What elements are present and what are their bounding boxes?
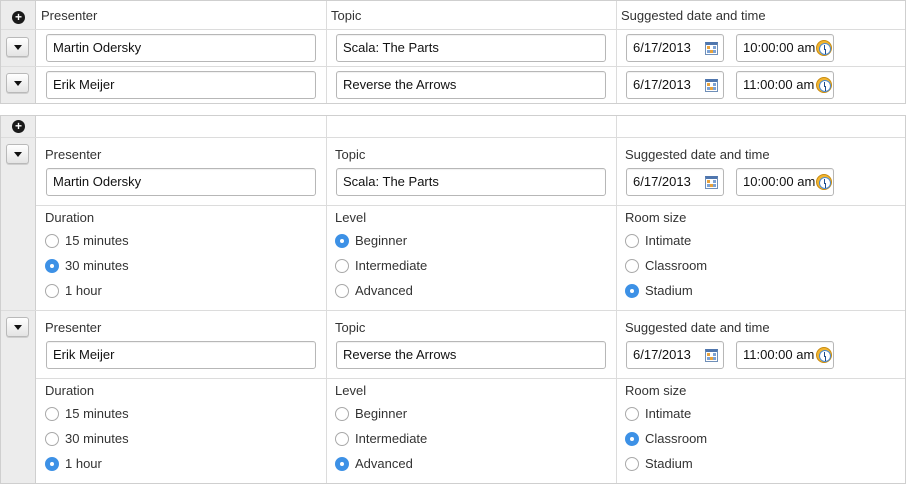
row-menu-button[interactable] — [6, 144, 29, 164]
clock-icon[interactable] — [816, 347, 832, 363]
topic-label: Topic — [335, 147, 366, 162]
date-value: 6/17/2013 — [633, 77, 691, 92]
option-label: Beginner — [355, 233, 408, 248]
chevron-down-icon — [14, 81, 22, 86]
presenter-field[interactable]: Martin Odersky — [46, 34, 316, 62]
row-menu-button[interactable] — [6, 73, 29, 93]
session-grid-expanded: + Presenter Topic Suggested date and tim… — [0, 115, 906, 484]
radio-button[interactable] — [335, 284, 349, 298]
column-header-topic: Topic — [331, 8, 362, 23]
topic-field[interactable]: Scala: The Parts — [336, 168, 606, 196]
radio-button[interactable] — [335, 407, 349, 421]
presenter-field[interactable]: Erik Meijer — [46, 341, 316, 369]
radio-button[interactable] — [45, 259, 59, 273]
option-label: 1 hour — [65, 283, 102, 298]
date-field[interactable]: 6/17/2013 — [626, 71, 724, 99]
option-label: 1 hour — [65, 456, 102, 471]
clock-icon[interactable] — [816, 77, 832, 93]
radio-button[interactable] — [625, 432, 639, 446]
radio-button[interactable] — [335, 259, 349, 273]
row-menu-button[interactable] — [6, 317, 29, 337]
presenter-field[interactable]: Martin Odersky — [46, 168, 316, 196]
option-label: Stadium — [645, 283, 693, 298]
topic-field[interactable]: Reverse the Arrows — [336, 71, 606, 99]
date-time-label: Suggested date and time — [625, 320, 770, 335]
clock-icon[interactable] — [816, 174, 832, 190]
option-label: Advanced — [355, 456, 413, 471]
time-value: 11:00:00 am — [743, 347, 815, 362]
topic-field[interactable]: Scala: The Parts — [336, 34, 606, 62]
presenter-label: Presenter — [45, 147, 102, 162]
radio-button[interactable] — [625, 407, 639, 421]
radio-button[interactable] — [45, 432, 59, 446]
room-size-label: Room size — [625, 210, 687, 225]
option-label: 15 minutes — [65, 233, 129, 248]
option-label: Stadium — [645, 456, 693, 471]
radio-button[interactable] — [625, 284, 639, 298]
radio-button[interactable] — [45, 457, 59, 471]
radio-button[interactable] — [45, 284, 59, 298]
time-field[interactable]: 10:00:00 am — [736, 34, 834, 62]
time-value: 10:00:00 am — [743, 40, 816, 55]
row-menu-button[interactable] — [6, 37, 29, 57]
session-grid-compact: + Presenter Topic Suggested date and tim… — [0, 0, 906, 104]
duration-label: Duration — [45, 210, 95, 225]
add-row-icon[interactable]: + — [12, 11, 25, 24]
radio-button[interactable] — [625, 234, 639, 248]
duration-label: Duration — [45, 383, 95, 398]
option-label: Intermediate — [355, 258, 428, 273]
date-field[interactable]: 6/17/2013 — [626, 34, 724, 62]
chevron-down-icon — [14, 325, 22, 330]
presenter-field[interactable]: Erik Meijer — [46, 71, 316, 99]
topic-field[interactable]: Reverse the Arrows — [336, 341, 606, 369]
radio-button[interactable] — [335, 432, 349, 446]
chevron-down-icon — [14, 152, 22, 157]
row-gutter — [1, 116, 36, 483]
calendar-icon[interactable] — [705, 176, 718, 189]
date-value: 6/17/2013 — [633, 347, 691, 362]
clock-icon[interactable] — [816, 40, 832, 56]
radio-button[interactable] — [625, 259, 639, 273]
option-label: Advanced — [355, 283, 413, 298]
date-time-label: Suggested date and time — [625, 147, 770, 162]
option-label: 30 minutes — [65, 258, 129, 273]
time-field[interactable]: 11:00:00 am — [736, 341, 834, 369]
option-label: 15 minutes — [65, 406, 129, 421]
calendar-icon[interactable] — [705, 79, 718, 92]
calendar-icon[interactable] — [705, 349, 718, 362]
option-label: Intimate — [645, 406, 692, 421]
option-label: Intermediate — [355, 431, 428, 446]
option-label: Classroom — [645, 258, 708, 273]
room-size-label: Room size — [625, 383, 687, 398]
radio-button[interactable] — [335, 457, 349, 471]
option-label: Beginner — [355, 406, 408, 421]
level-label: Level — [335, 383, 367, 398]
presenter-label: Presenter — [45, 320, 102, 335]
radio-button[interactable] — [45, 234, 59, 248]
date-value: 6/17/2013 — [633, 174, 691, 189]
time-value: 10:00:00 am — [743, 174, 816, 189]
date-field[interactable]: 6/17/2013 — [626, 168, 724, 196]
calendar-icon[interactable] — [705, 42, 718, 55]
time-value: 11:00:00 am — [743, 77, 815, 92]
radio-button[interactable] — [335, 234, 349, 248]
time-field[interactable]: 11:00:00 am — [736, 71, 834, 99]
radio-button[interactable] — [625, 457, 639, 471]
column-header-presenter: Presenter — [41, 8, 98, 23]
option-label: 30 minutes — [65, 431, 129, 446]
date-value: 6/17/2013 — [633, 40, 691, 55]
date-field[interactable]: 6/17/2013 — [626, 341, 724, 369]
add-row-icon[interactable]: + — [12, 120, 25, 133]
option-label: Classroom — [645, 431, 708, 446]
radio-button[interactable] — [45, 407, 59, 421]
topic-label: Topic — [335, 320, 366, 335]
time-field[interactable]: 10:00:00 am — [736, 168, 834, 196]
chevron-down-icon — [14, 45, 22, 50]
option-label: Intimate — [645, 233, 692, 248]
level-label: Level — [335, 210, 367, 225]
column-header-date-time: Suggested date and time — [621, 8, 766, 23]
